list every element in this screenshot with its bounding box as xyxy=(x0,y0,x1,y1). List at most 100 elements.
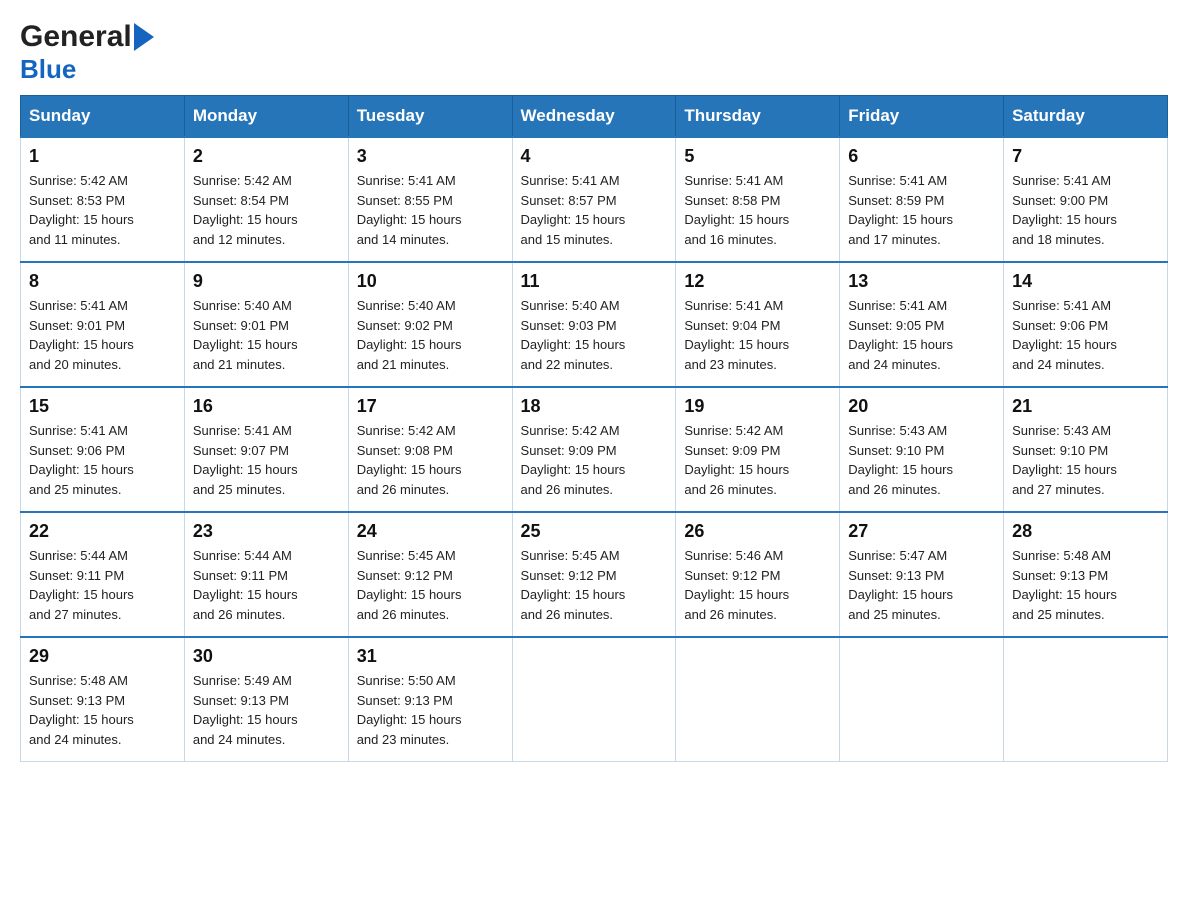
day-number: 1 xyxy=(29,146,176,167)
calendar-cell: 22Sunrise: 5:44 AMSunset: 9:11 PMDayligh… xyxy=(21,512,185,637)
day-number: 6 xyxy=(848,146,995,167)
day-number: 9 xyxy=(193,271,340,292)
logo-general-text: General xyxy=(20,20,132,54)
day-info: Sunrise: 5:45 AMSunset: 9:12 PMDaylight:… xyxy=(357,546,504,624)
page-header: General Blue xyxy=(20,20,1168,85)
calendar-cell: 13 Sunrise: 5:41 AMSunset: 9:05 PMDayligh… xyxy=(840,262,1004,387)
day-info: Sunrise: 5:49 AMSunset: 9:13 PMDaylight:… xyxy=(193,671,340,749)
calendar-week-row: 8 Sunrise: 5:41 AMSunset: 9:01 PMDaylight… xyxy=(21,262,1168,387)
calendar-cell: 18Sunrise: 5:42 AMSunset: 9:09 PMDayligh… xyxy=(512,387,676,512)
day-info: Sunrise: 5:40 AMSunset: 9:01 PMDaylight:… xyxy=(193,296,340,374)
calendar-cell: 6 Sunrise: 5:41 AMSunset: 8:59 PMDaylight… xyxy=(840,137,1004,262)
logo-arrow-icon xyxy=(134,23,156,51)
calendar-cell: 27 Sunrise: 5:47 AMSunset: 9:13 PMDayligh… xyxy=(840,512,1004,637)
logo-blue-text: Blue xyxy=(20,54,76,85)
weekday-header-thursday: Thursday xyxy=(676,96,840,138)
day-info: Sunrise: 5:48 AMSunset: 9:13 PMDaylight:… xyxy=(29,671,176,749)
weekday-header-friday: Friday xyxy=(840,96,1004,138)
day-number: 20 xyxy=(848,396,995,417)
day-number: 11 xyxy=(521,271,668,292)
calendar-cell: 16Sunrise: 5:41 AMSunset: 9:07 PMDayligh… xyxy=(184,387,348,512)
day-info: Sunrise: 5:42 AMSunset: 9:09 PMDaylight:… xyxy=(521,421,668,499)
day-number: 19 xyxy=(684,396,831,417)
day-number: 26 xyxy=(684,521,831,542)
day-number: 15 xyxy=(29,396,176,417)
day-info: Sunrise: 5:47 AMSunset: 9:13 PMDaylight:… xyxy=(848,546,995,624)
day-number: 25 xyxy=(521,521,668,542)
calendar-cell: 26Sunrise: 5:46 AMSunset: 9:12 PMDayligh… xyxy=(676,512,840,637)
calendar-cell xyxy=(512,637,676,762)
day-number: 5 xyxy=(684,146,831,167)
day-number: 2 xyxy=(193,146,340,167)
logo: General Blue xyxy=(20,20,158,85)
calendar-cell: 31Sunrise: 5:50 AMSunset: 9:13 PMDayligh… xyxy=(348,637,512,762)
day-info: Sunrise: 5:41 AMSunset: 8:58 PMDaylight:… xyxy=(684,171,831,249)
calendar-cell: 4 Sunrise: 5:41 AMSunset: 8:57 PMDaylight… xyxy=(512,137,676,262)
day-info: Sunrise: 5:44 AMSunset: 9:11 PMDaylight:… xyxy=(29,546,176,624)
day-info: Sunrise: 5:41 AMSunset: 9:06 PMDaylight:… xyxy=(1012,296,1159,374)
day-number: 29 xyxy=(29,646,176,667)
day-number: 30 xyxy=(193,646,340,667)
day-info: Sunrise: 5:41 AMSunset: 9:07 PMDaylight:… xyxy=(193,421,340,499)
calendar-cell: 3 Sunrise: 5:41 AMSunset: 8:55 PMDaylight… xyxy=(348,137,512,262)
day-info: Sunrise: 5:45 AMSunset: 9:12 PMDaylight:… xyxy=(521,546,668,624)
day-number: 14 xyxy=(1012,271,1159,292)
calendar-cell: 14 Sunrise: 5:41 AMSunset: 9:06 PMDayligh… xyxy=(1004,262,1168,387)
day-number: 3 xyxy=(357,146,504,167)
calendar-cell: 7 Sunrise: 5:41 AMSunset: 9:00 PMDaylight… xyxy=(1004,137,1168,262)
day-info: Sunrise: 5:42 AMSunset: 8:54 PMDaylight:… xyxy=(193,171,340,249)
calendar-cell: 12Sunrise: 5:41 AMSunset: 9:04 PMDayligh… xyxy=(676,262,840,387)
calendar-cell xyxy=(1004,637,1168,762)
day-number: 13 xyxy=(848,271,995,292)
calendar-table: SundayMondayTuesdayWednesdayThursdayFrid… xyxy=(20,95,1168,762)
day-number: 4 xyxy=(521,146,668,167)
day-info: Sunrise: 5:41 AMSunset: 9:01 PMDaylight:… xyxy=(29,296,176,374)
day-info: Sunrise: 5:41 AMSunset: 9:06 PMDaylight:… xyxy=(29,421,176,499)
calendar-cell: 15 Sunrise: 5:41 AMSunset: 9:06 PMDayligh… xyxy=(21,387,185,512)
day-info: Sunrise: 5:40 AMSunset: 9:03 PMDaylight:… xyxy=(521,296,668,374)
weekday-header-row: SundayMondayTuesdayWednesdayThursdayFrid… xyxy=(21,96,1168,138)
calendar-cell: 5 Sunrise: 5:41 AMSunset: 8:58 PMDaylight… xyxy=(676,137,840,262)
day-number: 23 xyxy=(193,521,340,542)
day-number: 8 xyxy=(29,271,176,292)
day-info: Sunrise: 5:48 AMSunset: 9:13 PMDaylight:… xyxy=(1012,546,1159,624)
day-info: Sunrise: 5:41 AMSunset: 8:55 PMDaylight:… xyxy=(357,171,504,249)
day-info: Sunrise: 5:40 AMSunset: 9:02 PMDaylight:… xyxy=(357,296,504,374)
weekday-header-saturday: Saturday xyxy=(1004,96,1168,138)
weekday-header-sunday: Sunday xyxy=(21,96,185,138)
day-info: Sunrise: 5:42 AMSunset: 9:08 PMDaylight:… xyxy=(357,421,504,499)
day-info: Sunrise: 5:41 AMSunset: 8:59 PMDaylight:… xyxy=(848,171,995,249)
day-number: 24 xyxy=(357,521,504,542)
calendar-cell: 23 Sunrise: 5:44 AMSunset: 9:11 PMDayligh… xyxy=(184,512,348,637)
calendar-cell: 9 Sunrise: 5:40 AMSunset: 9:01 PMDaylight… xyxy=(184,262,348,387)
day-info: Sunrise: 5:41 AMSunset: 9:05 PMDaylight:… xyxy=(848,296,995,374)
calendar-cell: 24 Sunrise: 5:45 AMSunset: 9:12 PMDayligh… xyxy=(348,512,512,637)
calendar-cell xyxy=(840,637,1004,762)
day-info: Sunrise: 5:41 AMSunset: 8:57 PMDaylight:… xyxy=(521,171,668,249)
calendar-cell xyxy=(676,637,840,762)
day-number: 21 xyxy=(1012,396,1159,417)
calendar-cell: 28Sunrise: 5:48 AMSunset: 9:13 PMDayligh… xyxy=(1004,512,1168,637)
calendar-cell: 8 Sunrise: 5:41 AMSunset: 9:01 PMDaylight… xyxy=(21,262,185,387)
weekday-header-wednesday: Wednesday xyxy=(512,96,676,138)
calendar-cell: 21 Sunrise: 5:43 AMSunset: 9:10 PMDayligh… xyxy=(1004,387,1168,512)
calendar-cell: 2 Sunrise: 5:42 AMSunset: 8:54 PMDaylight… xyxy=(184,137,348,262)
weekday-header-monday: Monday xyxy=(184,96,348,138)
day-info: Sunrise: 5:41 AMSunset: 9:00 PMDaylight:… xyxy=(1012,171,1159,249)
day-info: Sunrise: 5:43 AMSunset: 9:10 PMDaylight:… xyxy=(848,421,995,499)
calendar-cell: 30 Sunrise: 5:49 AMSunset: 9:13 PMDayligh… xyxy=(184,637,348,762)
calendar-cell: 25 Sunrise: 5:45 AMSunset: 9:12 PMDayligh… xyxy=(512,512,676,637)
day-number: 7 xyxy=(1012,146,1159,167)
day-info: Sunrise: 5:50 AMSunset: 9:13 PMDaylight:… xyxy=(357,671,504,749)
calendar-cell: 17Sunrise: 5:42 AMSunset: 9:08 PMDayligh… xyxy=(348,387,512,512)
day-number: 12 xyxy=(684,271,831,292)
day-number: 10 xyxy=(357,271,504,292)
day-number: 27 xyxy=(848,521,995,542)
calendar-cell: 29 Sunrise: 5:48 AMSunset: 9:13 PMDayligh… xyxy=(21,637,185,762)
day-info: Sunrise: 5:42 AMSunset: 8:53 PMDaylight:… xyxy=(29,171,176,249)
calendar-cell: 20 Sunrise: 5:43 AMSunset: 9:10 PMDayligh… xyxy=(840,387,1004,512)
calendar-week-row: 22Sunrise: 5:44 AMSunset: 9:11 PMDayligh… xyxy=(21,512,1168,637)
calendar-cell: 10 Sunrise: 5:40 AMSunset: 9:02 PMDayligh… xyxy=(348,262,512,387)
day-info: Sunrise: 5:43 AMSunset: 9:10 PMDaylight:… xyxy=(1012,421,1159,499)
day-info: Sunrise: 5:44 AMSunset: 9:11 PMDaylight:… xyxy=(193,546,340,624)
